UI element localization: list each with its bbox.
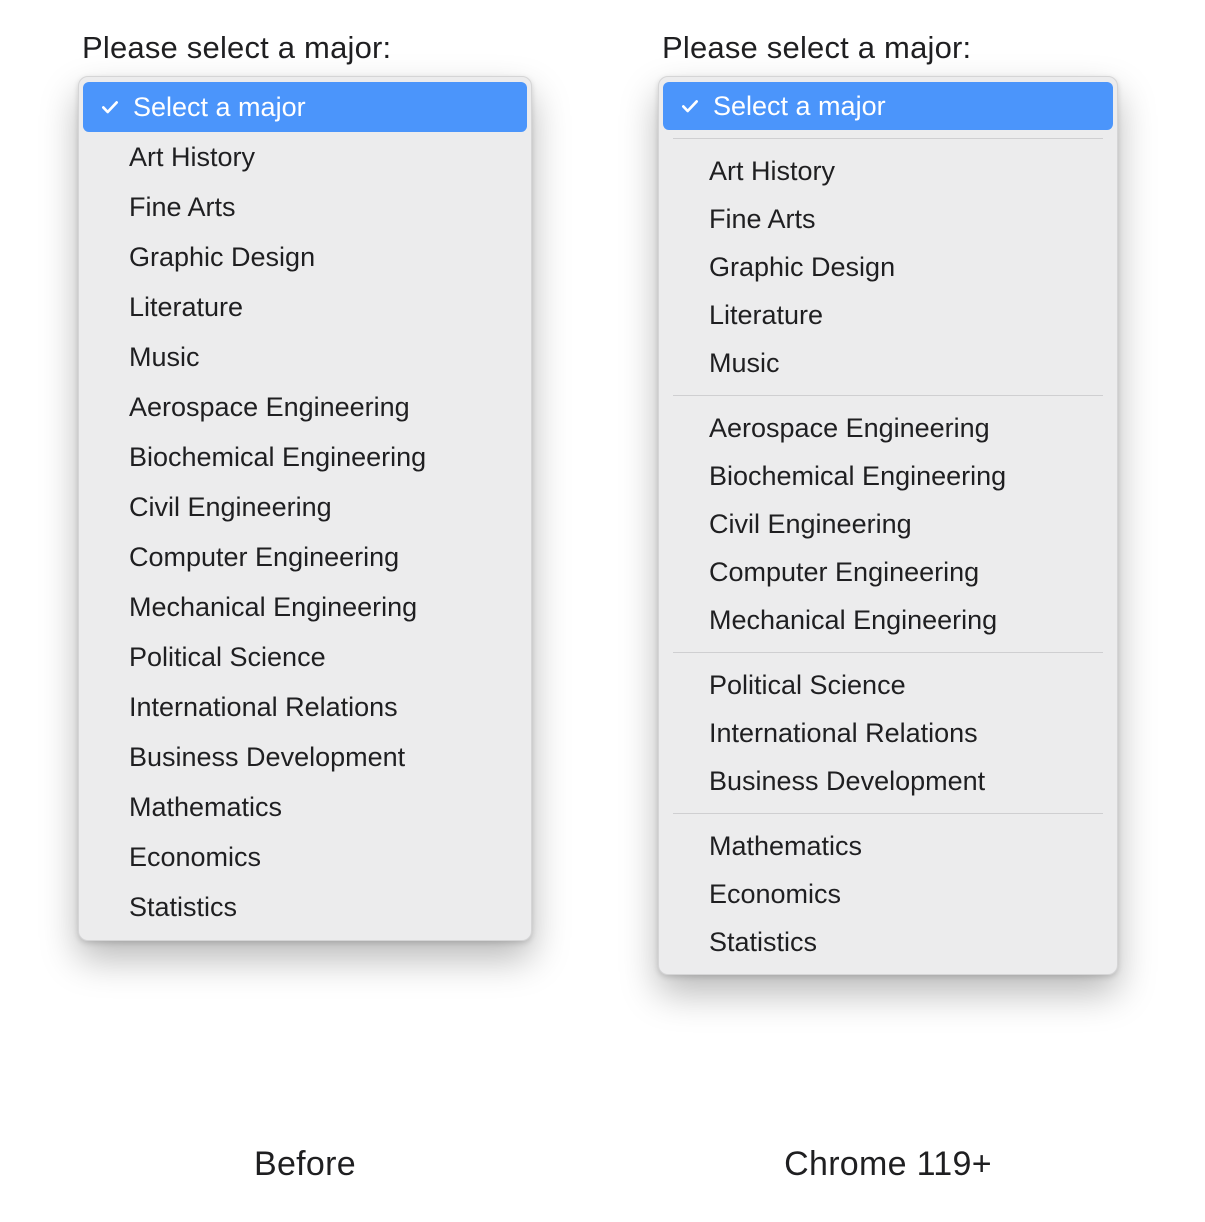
select-option[interactable]: International Relations: [79, 682, 531, 732]
select-option-label: Mechanical Engineering: [129, 592, 417, 623]
select-option-label: Mechanical Engineering: [709, 605, 997, 636]
select-option-label: Aerospace Engineering: [709, 413, 990, 444]
select-option-label: Civil Engineering: [709, 509, 912, 540]
select-option[interactable]: Biochemical Engineering: [659, 452, 1117, 500]
select-option-label: Business Development: [129, 742, 405, 773]
select-option-label: Biochemical Engineering: [709, 461, 1006, 492]
select-option[interactable]: Aerospace Engineering: [659, 404, 1117, 452]
caption-after: Chrome 119+: [658, 1145, 1118, 1184]
select-option-label: Graphic Design: [709, 252, 895, 283]
select-option-label: Literature: [709, 300, 823, 331]
select-option[interactable]: Biochemical Engineering: [79, 432, 531, 482]
select-option[interactable]: Aerospace Engineering: [79, 382, 531, 432]
option-group-divider: [673, 652, 1103, 653]
select-option[interactable]: Economics: [659, 870, 1117, 918]
select-option-label: International Relations: [709, 718, 978, 749]
select-option[interactable]: Select a major: [663, 82, 1113, 130]
select-option[interactable]: Statistics: [659, 918, 1117, 966]
select-option-label: Political Science: [129, 642, 326, 673]
checkmark-icon: [97, 97, 123, 117]
select-option[interactable]: Music: [79, 332, 531, 382]
select-option-label: Graphic Design: [129, 242, 315, 273]
select-option-label: Computer Engineering: [709, 557, 979, 588]
select-option-label: Mathematics: [709, 831, 862, 862]
select-option[interactable]: Fine Arts: [659, 195, 1117, 243]
select-option-label: Fine Arts: [129, 192, 236, 223]
select-option[interactable]: Art History: [659, 147, 1117, 195]
select-option[interactable]: Art History: [79, 132, 531, 182]
select-option-label: Select a major: [713, 91, 886, 122]
select-option-label: Music: [129, 342, 200, 373]
after-column: Please select a major: Select a major Art…: [658, 30, 1178, 975]
select-option-label: Statistics: [709, 927, 817, 958]
select-option-label: Statistics: [129, 892, 237, 923]
select-option-label: Political Science: [709, 670, 906, 701]
select-option[interactable]: Select a major: [83, 82, 527, 132]
select-option[interactable]: International Relations: [659, 709, 1117, 757]
checkmark-icon: [677, 96, 703, 116]
select-option[interactable]: Graphic Design: [79, 232, 531, 282]
select-option[interactable]: Mechanical Engineering: [79, 582, 531, 632]
select-option[interactable]: Literature: [659, 291, 1117, 339]
select-option[interactable]: Computer Engineering: [79, 532, 531, 582]
before-column: Please select a major: Select a major Art…: [78, 30, 598, 941]
select-option[interactable]: Civil Engineering: [659, 500, 1117, 548]
select-option-label: Business Development: [709, 766, 985, 797]
select-option-label: Art History: [129, 142, 255, 173]
select-option[interactable]: Computer Engineering: [659, 548, 1117, 596]
select-popup-after: Select a major Art History Fine Arts Graphi…: [658, 76, 1118, 975]
select-option[interactable]: Political Science: [659, 661, 1117, 709]
select-option-label: Art History: [709, 156, 835, 187]
select-option-label: Literature: [129, 292, 243, 323]
select-option-label: Computer Engineering: [129, 542, 399, 573]
select-option[interactable]: Mechanical Engineering: [659, 596, 1117, 644]
select-option-label: Mathematics: [129, 792, 282, 823]
select-popup-before: Select a major Art History Fine Arts Graphi…: [78, 76, 532, 941]
select-option-label: Biochemical Engineering: [129, 442, 426, 473]
select-option[interactable]: Music: [659, 339, 1117, 387]
option-group-divider: [673, 395, 1103, 396]
select-option-label: International Relations: [129, 692, 398, 723]
select-option-label: Civil Engineering: [129, 492, 332, 523]
select-option-label: Music: [709, 348, 780, 379]
select-option[interactable]: Business Development: [659, 757, 1117, 805]
select-label: Please select a major:: [662, 30, 1178, 66]
option-group-divider: [673, 138, 1103, 139]
select-option[interactable]: Literature: [79, 282, 531, 332]
select-option[interactable]: Civil Engineering: [79, 482, 531, 532]
select-option-label: Fine Arts: [709, 204, 816, 235]
select-option-label: Economics: [709, 879, 841, 910]
select-option[interactable]: Fine Arts: [79, 182, 531, 232]
select-option[interactable]: Mathematics: [79, 782, 531, 832]
option-group-divider: [673, 813, 1103, 814]
select-option-label: Aerospace Engineering: [129, 392, 410, 423]
select-option[interactable]: Economics: [79, 832, 531, 882]
select-option-label: Economics: [129, 842, 261, 873]
select-option-label: Select a major: [133, 92, 306, 123]
caption-before: Before: [78, 1145, 532, 1184]
select-option[interactable]: Political Science: [79, 632, 531, 682]
select-option[interactable]: Graphic Design: [659, 243, 1117, 291]
select-option[interactable]: Statistics: [79, 882, 531, 932]
select-option[interactable]: Mathematics: [659, 822, 1117, 870]
select-option[interactable]: Business Development: [79, 732, 531, 782]
select-label: Please select a major:: [82, 30, 598, 66]
